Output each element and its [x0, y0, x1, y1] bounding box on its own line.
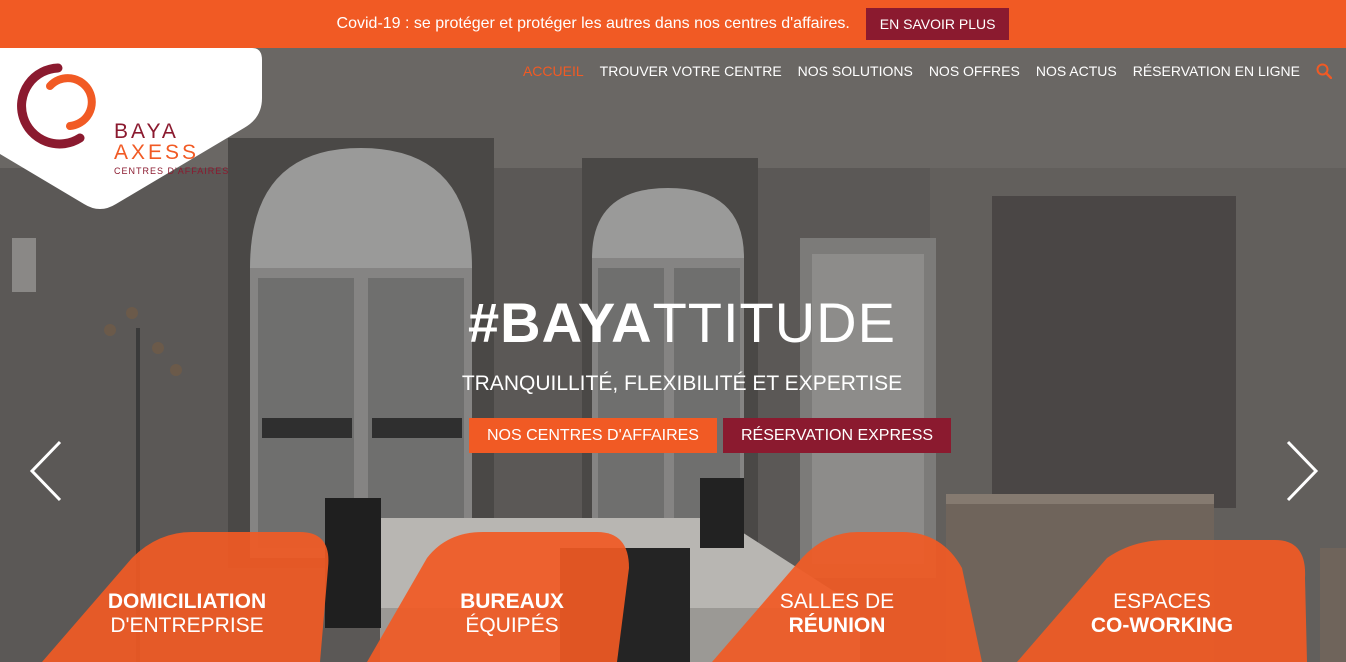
- logo-line2: AXESS: [114, 141, 200, 164]
- hero-title: #BAYATTITUDE: [0, 290, 1346, 355]
- service-coworking[interactable]: ESPACES CO-WORKING: [1017, 528, 1307, 662]
- service-label-normal: SALLES DE: [779, 590, 895, 613]
- logo[interactable]: BAYA AXESS CENTRES D'AFFAIRES: [0, 48, 262, 210]
- nav-item-actus[interactable]: NOS ACTUS: [1036, 63, 1117, 79]
- search-icon[interactable]: [1316, 63, 1332, 79]
- service-label: DOMICILIATION D'ENTREPRISE: [42, 590, 332, 638]
- learn-more-button[interactable]: EN SAVOIR PLUS: [865, 8, 1010, 40]
- hero-buttons: NOS CENTRES D'AFFAIRES RÉSERVATION EXPRE…: [469, 418, 952, 453]
- service-domiciliation[interactable]: DOMICILIATION D'ENTREPRISE: [42, 528, 332, 662]
- covid-banner: Covid-19 : se protéger et protéger les a…: [0, 0, 1346, 48]
- service-label-normal: D'ENTREPRISE: [110, 614, 264, 637]
- nav-item-solutions[interactable]: NOS SOLUTIONS: [798, 63, 913, 79]
- service-label-bold: DOMICILIATION: [107, 590, 267, 613]
- hero-title-light: TTITUDE: [652, 291, 896, 354]
- chevron-right-icon[interactable]: [1284, 440, 1320, 502]
- service-label-bold: CO-WORKING: [1090, 614, 1234, 637]
- hero-title-bold: #BAYA: [468, 291, 653, 354]
- nav-item-trouver-centre[interactable]: TROUVER VOTRE CENTRE: [600, 63, 782, 79]
- logo-line3: CENTRES D'AFFAIRES: [114, 166, 230, 176]
- reservation-express-button[interactable]: RÉSERVATION EXPRESS: [722, 418, 952, 453]
- logo-line1: BAYA: [114, 120, 179, 143]
- service-label-bold: BUREAUX: [460, 590, 564, 613]
- chevron-left-icon[interactable]: [28, 440, 64, 502]
- service-salles[interactable]: SALLES DE RÉUNION: [692, 528, 982, 662]
- service-label: BUREAUX ÉQUIPÉS: [367, 590, 657, 638]
- main-nav: ACCUEIL TROUVER VOTRE CENTRE NOS SOLUTIO…: [523, 63, 1332, 79]
- service-label-normal: ESPACES: [1113, 590, 1211, 613]
- nav-item-reservation[interactable]: RÉSERVATION EN LIGNE: [1133, 63, 1300, 79]
- service-label-normal: ÉQUIPÉS: [465, 614, 559, 637]
- service-label: ESPACES CO-WORKING: [1017, 590, 1307, 638]
- nav-item-offres[interactable]: NOS OFFRES: [929, 63, 1020, 79]
- logo-text: BAYA AXESS CENTRES D'AFFAIRES: [114, 120, 230, 176]
- service-label-bold: RÉUNION: [788, 614, 886, 637]
- banner-text: Covid-19 : se protéger et protéger les a…: [336, 15, 850, 32]
- nav-item-accueil[interactable]: ACCUEIL: [523, 63, 584, 79]
- centres-affaires-button[interactable]: NOS CENTRES D'AFFAIRES: [469, 418, 717, 453]
- service-label: SALLES DE RÉUNION: [692, 590, 982, 638]
- hero-subtitle: TRANQUILLITÉ, FLEXIBILITÉ ET EXPERTISE: [461, 372, 903, 395]
- service-bureaux[interactable]: BUREAUX ÉQUIPÉS: [367, 528, 657, 662]
